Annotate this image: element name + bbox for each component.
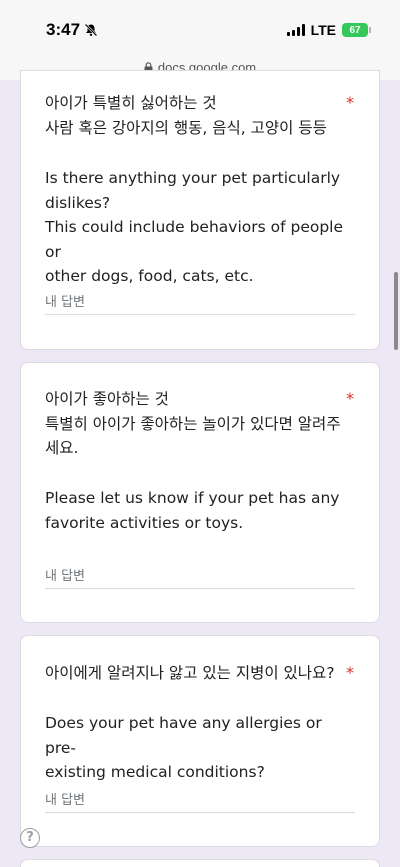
bell-muted-icon [84, 23, 98, 37]
answer-input[interactable] [45, 789, 355, 813]
question-description-line: dislikes? [45, 193, 111, 212]
question-description-line: Is there anything your pet particularly [45, 169, 341, 187]
question-description-line: existing medical conditions? [45, 763, 265, 781]
question-description-line: other dogs, food, cats, etc. [45, 267, 254, 285]
question-description-line: Please let us know if your pet has any [45, 489, 340, 507]
question-title-line: 아이가 특별히 싫어하는 것 [45, 94, 217, 112]
battery-level: 67 [349, 24, 361, 36]
question-title-line: 사람 혹은 강아지의 행동, 음식, 고양이 등등 [45, 118, 327, 137]
question-card-next [20, 859, 380, 867]
question-card-likes: 아이가 좋아하는 것 특별히 아이가 좋아하는 놀이가 있다면 알려주 세요. … [20, 362, 380, 623]
status-time-text: 3:47 [46, 20, 81, 39]
status-time: 3:47 [46, 20, 98, 40]
question-description: Please let us know if your pet has any f… [45, 486, 345, 535]
required-asterisk: * [346, 93, 354, 112]
question-title: 아이에게 알려지나 앓고 있는 지병이 있나요? [45, 661, 350, 686]
signal-icon [286, 24, 305, 36]
question-title: 아이가 좋아하는 것 특별히 아이가 좋아하는 놀이가 있다면 알려주 세요. [45, 387, 345, 461]
question-title: 아이가 특별히 싫어하는 것 사람 혹은 강아지의 행동, 음식, 고양이 등등 [45, 91, 345, 140]
answer-input[interactable] [45, 565, 355, 589]
scrollbar[interactable] [394, 272, 398, 350]
status-indicators: LTE 67 [286, 22, 371, 38]
question-title-line: 세요. [45, 439, 79, 457]
question-title-line: 아이에게 알려지나 앓고 있는 지병이 있나요? [45, 664, 335, 682]
question-title-line: 특별히 아이가 좋아하는 놀이가 있다면 알려주 [45, 414, 341, 433]
question-description: Does your pet have any allergies or pre-… [45, 711, 345, 785]
question-card-dislikes: 아이가 특별히 싫어하는 것 사람 혹은 강아지의 행동, 음식, 고양이 등등… [20, 70, 380, 350]
question-description-line: This could include behaviors of people o… [45, 218, 344, 261]
required-asterisk: * [346, 389, 354, 408]
question-description: Is there anything your pet particularly … [45, 166, 345, 289]
answer-input[interactable] [45, 291, 355, 315]
required-asterisk: * [346, 663, 354, 682]
question-description-line: favorite activities or toys. [45, 513, 244, 532]
question-title-line: 아이가 좋아하는 것 [45, 390, 169, 408]
question-description-line: Does your pet have any allergies or pre- [45, 714, 322, 757]
question-card-medical: 아이에게 알려지나 앓고 있는 지병이 있나요? * Does your pet… [20, 635, 380, 847]
browser-header: 3:47 LTE 67 docs.google.com [0, 0, 400, 80]
network-label: LTE [310, 22, 336, 38]
help-icon[interactable]: ? [20, 828, 40, 848]
battery-icon: 67 [342, 23, 371, 37]
